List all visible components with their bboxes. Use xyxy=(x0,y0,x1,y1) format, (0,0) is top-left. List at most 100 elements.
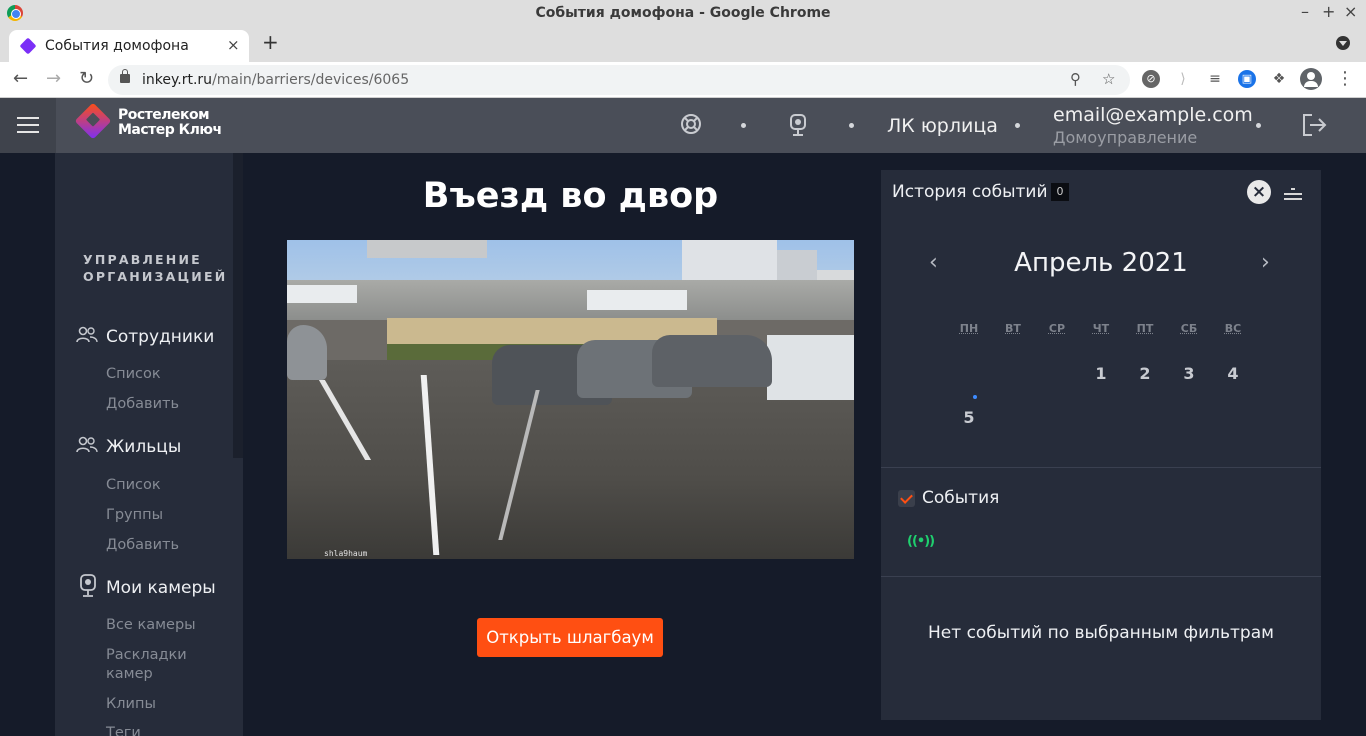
url-host: inkey.rt.ru xyxy=(142,72,213,88)
events-panel-title: История событий xyxy=(892,182,1048,202)
menu-toggle-button[interactable] xyxy=(0,98,56,153)
panel-divider xyxy=(881,467,1321,468)
camera-building xyxy=(367,240,487,258)
camera-stream[interactable]: shla9haum xyxy=(287,240,854,559)
tab-title: События домофона xyxy=(45,38,189,54)
zoom-icon[interactable]: ⚲ xyxy=(1070,70,1081,88)
window-title: События домофона - Google Chrome xyxy=(535,5,831,21)
sidebar-item-residents-groups[interactable]: Группы xyxy=(106,506,163,525)
weekday-header: ПТ xyxy=(1136,322,1154,335)
calendar-month-label: Апрель 2021 xyxy=(1014,248,1188,278)
browser-toolbar: ← → ↻ inkey.rt.ru/main/barriers/devices/… xyxy=(0,62,1366,98)
app-header: Ростелеком Мастер Ключ ЛК юрлица email@e… xyxy=(0,98,1366,153)
weekday-header: ВТ xyxy=(1005,322,1021,335)
calendar-day[interactable]: 3 xyxy=(1174,364,1204,383)
people-icon xyxy=(76,436,98,459)
sidebar-item-clips[interactable]: Клипы xyxy=(106,695,156,714)
camera-icon xyxy=(80,574,96,603)
url-path: /main/barriers/devices/6065 xyxy=(212,72,410,88)
panel-divider xyxy=(881,576,1321,577)
events-panel: История событий 0 × ‹ Апрель 2021 › ПН В… xyxy=(881,170,1321,720)
camera-car xyxy=(287,325,327,380)
close-window-button[interactable]: × xyxy=(1344,2,1357,21)
header-separator-dot xyxy=(1256,123,1261,128)
tab-search-button[interactable] xyxy=(1336,36,1350,50)
extension-arrow-icon[interactable]: ⟩ xyxy=(1174,70,1192,88)
chrome-menu-icon[interactable]: ⋮ xyxy=(1336,70,1354,88)
open-barrier-button[interactable]: Открыть шлагбаум xyxy=(477,618,663,657)
weekday-header: СБ xyxy=(1180,322,1198,335)
calendar-day[interactable]: 4 xyxy=(1218,364,1248,383)
calendar-day-today[interactable]: 5 xyxy=(954,408,984,427)
sidebar-item-residents[interactable]: Жильцы xyxy=(106,437,181,457)
extension-disabled-icon[interactable]: ⊘ xyxy=(1142,70,1160,88)
sidebar-item-employees-list[interactable]: Список xyxy=(106,365,161,384)
sidebar-section-title: УПРАВЛЕНИЕ ОРГАНИЗАЦИЕЙ xyxy=(83,251,227,285)
camera-timestamp: shla9haum xyxy=(324,549,368,558)
bookmark-star-icon[interactable]: ☆ xyxy=(1102,70,1115,88)
maximize-button[interactable]: + xyxy=(1322,2,1335,21)
people-icon xyxy=(76,326,98,349)
logo-text[interactable]: Ростелеком Мастер Ключ xyxy=(118,108,222,138)
weekday-header: ВС xyxy=(1224,322,1242,335)
empty-events-message: Нет событий по выбранным фильтрам xyxy=(928,623,1274,643)
new-tab-button[interactable]: + xyxy=(262,30,279,54)
header-separator-dot xyxy=(849,123,854,128)
camera-snow xyxy=(587,290,687,310)
tab-active[interactable]: События домофона × xyxy=(9,30,249,62)
rostelecom-logo-icon xyxy=(74,102,112,140)
address-bar[interactable]: inkey.rt.ru/main/barriers/devices/6065 ⚲… xyxy=(108,65,1130,95)
forward-arrow-icon[interactable]: → xyxy=(46,68,61,89)
user-email[interactable]: email@example.com xyxy=(1053,104,1253,126)
page-title: Въезд во двор xyxy=(422,176,719,216)
logo-line-1: Ростелеком xyxy=(118,107,210,123)
section-title-line-1: УПРАВЛЕНИЕ xyxy=(83,252,202,267)
logo-line-2: Мастер Ключ xyxy=(118,122,222,138)
sidebar-item-camera-layouts[interactable]: Раскладки камер xyxy=(106,646,216,684)
today-indicator-dot xyxy=(973,395,977,399)
camera-snow xyxy=(767,335,854,400)
profile-avatar-icon[interactable] xyxy=(1300,68,1322,90)
calendar-day[interactable]: 2 xyxy=(1130,364,1160,383)
camera-snow xyxy=(287,285,357,303)
organization-name: Домоуправление xyxy=(1053,128,1198,147)
extensions-puzzle-icon[interactable]: ❖ xyxy=(1270,70,1288,88)
extension-bank-icon[interactable]: ▣ xyxy=(1238,70,1256,88)
events-count-badge: 0 xyxy=(1051,183,1069,201)
calendar-next-month-icon[interactable]: › xyxy=(1261,250,1270,275)
back-arrow-icon[interactable]: ← xyxy=(13,68,28,89)
section-title-line-2: ОРГАНИЗАЦИЕЙ xyxy=(83,269,228,284)
tab-strip: События домофона × xyxy=(0,26,1366,62)
tab-close-icon[interactable]: × xyxy=(227,36,240,54)
camera-icon[interactable] xyxy=(789,113,807,143)
events-filter-checkbox[interactable] xyxy=(898,490,915,507)
sidebar-item-employees-add[interactable]: Добавить xyxy=(106,395,179,414)
minimize-button[interactable]: – xyxy=(1301,2,1309,21)
extension-list-icon[interactable]: ≡ xyxy=(1206,70,1224,88)
lock-icon xyxy=(120,69,130,83)
calendar-day[interactable]: 1 xyxy=(1086,364,1116,383)
sidebar-item-employees[interactable]: Сотрудники xyxy=(106,327,214,347)
broadcast-icon[interactable]: ((•)) xyxy=(907,534,935,549)
camera-parking-lot xyxy=(287,280,854,320)
logout-icon[interactable] xyxy=(1300,111,1328,145)
weekday-header: ПН xyxy=(959,322,979,335)
reload-icon[interactable]: ↻ xyxy=(79,68,94,89)
header-separator-dot xyxy=(741,123,746,128)
window-titlebar: События домофона - Google Chrome – + × xyxy=(0,0,1366,26)
camera-car xyxy=(652,335,772,387)
support-icon[interactable] xyxy=(680,113,702,141)
site-favicon-icon xyxy=(19,37,37,55)
sidebar-item-residents-list[interactable]: Список xyxy=(106,476,161,495)
events-filter-label[interactable]: События xyxy=(922,488,999,508)
account-type-link[interactable]: ЛК юрлица xyxy=(887,115,998,137)
header-separator-dot xyxy=(1015,123,1020,128)
url-text[interactable]: inkey.rt.ru/main/barriers/devices/6065 xyxy=(142,72,409,88)
sidebar-item-residents-add[interactable]: Добавить xyxy=(106,536,179,555)
sidebar-item-all-cameras[interactable]: Все камеры xyxy=(106,616,196,635)
sidebar-item-tags[interactable]: Теги xyxy=(106,724,141,736)
sidebar-item-my-cameras[interactable]: Мои камеры xyxy=(106,578,216,598)
collapse-panel-icon[interactable] xyxy=(1284,180,1302,202)
sidebar-scrollbar[interactable] xyxy=(233,153,243,458)
close-panel-icon[interactable]: × xyxy=(1247,180,1271,204)
